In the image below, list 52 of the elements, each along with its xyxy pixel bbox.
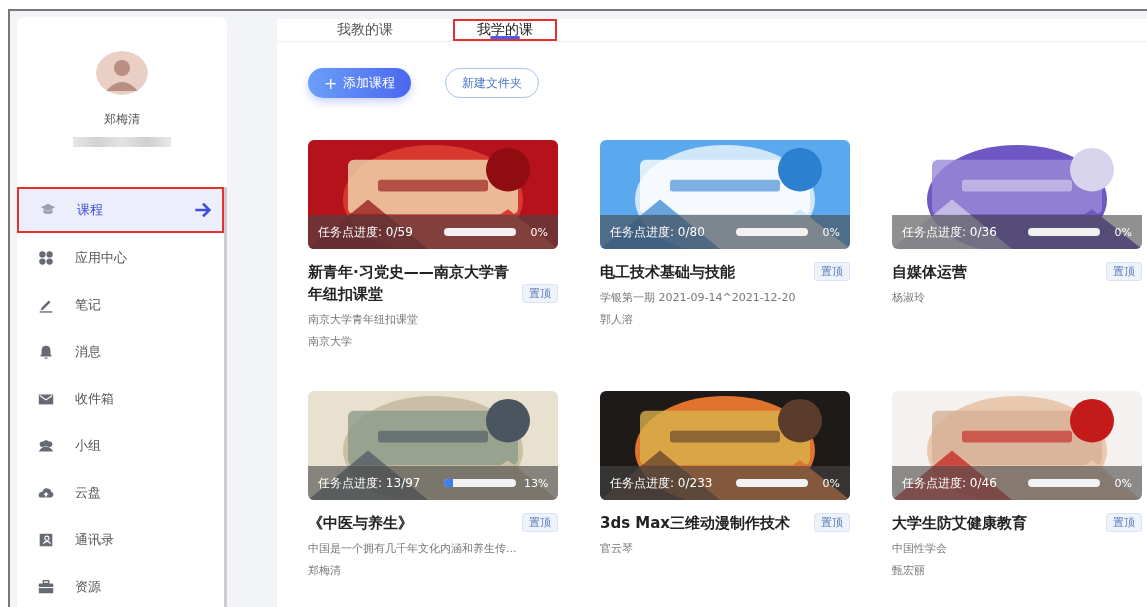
case-icon [37, 577, 55, 596]
progress-percent: 13% [524, 476, 548, 490]
sidebar-item[interactable]: 消息 [17, 328, 224, 375]
tab[interactable]: 我教的课 [313, 19, 417, 41]
pin-tag[interactable]: 置顶 [814, 262, 850, 281]
sidebar-item[interactable]: 收件箱 [17, 375, 224, 422]
pin-tag[interactable]: 置顶 [522, 284, 558, 303]
course-title[interactable]: 《中医与养生》 [308, 512, 413, 534]
sidebar-item[interactable]: 资源 [17, 563, 224, 607]
sidebar-item[interactable]: 应用中心 [17, 234, 224, 281]
progress-text: 任务点进度: 13/97 [318, 474, 422, 492]
pin-tag[interactable]: 置顶 [1106, 262, 1142, 281]
progress-percent: 0% [821, 476, 840, 490]
avatar [96, 51, 148, 95]
user-name: 郑梅清 [104, 111, 140, 128]
course-title[interactable]: 电工技术基础与技能 [600, 261, 735, 283]
progress-percent: 0% [529, 225, 548, 239]
sidebar-item[interactable]: 云盘 [17, 469, 224, 516]
new-folder-button[interactable]: 新建文件夹 [445, 68, 540, 98]
pin-tag[interactable]: 置顶 [1106, 513, 1142, 532]
progress-text: 任务点进度: 0/80 [610, 223, 706, 241]
course-title[interactable]: 新青年·习党史——南京大学青年纽扣课堂 [308, 261, 516, 305]
apps-icon [37, 248, 55, 267]
progress-text: 任务点进度: 0/46 [902, 474, 998, 492]
course-info: 郑梅清 [308, 563, 342, 578]
add-course-button[interactable]: + 添加课程 [308, 68, 412, 98]
arrow-icon [194, 201, 212, 219]
course-info: 甄宏丽 [892, 563, 926, 578]
progress-text: 任务点进度: 0/233 [610, 474, 714, 492]
sidebar-item[interactable]: 通讯录 [17, 516, 224, 563]
course-info: 中国性学会 [892, 541, 948, 556]
progress-percent: 0% [821, 225, 840, 239]
course-info: 官云琴 [600, 541, 634, 556]
progress-bar [444, 479, 516, 487]
progress-percent: 0% [1113, 476, 1132, 490]
tab[interactable]: 我学的课 [453, 19, 557, 41]
course-info: 南京大学 [308, 334, 353, 349]
course-title[interactable]: 自媒体运营 [892, 261, 967, 283]
progress-text: 任务点进度: 0/36 [902, 223, 998, 241]
sidebar-item[interactable]: 小组 [17, 422, 224, 469]
course-info: 南京大学青年纽扣课堂 [308, 312, 419, 327]
pin-tag[interactable]: 置顶 [814, 513, 850, 532]
progress-text: 任务点进度: 0/59 [318, 223, 414, 241]
pin-tag[interactable]: 置顶 [522, 513, 558, 532]
course-title[interactable]: 3ds Max三维动漫制作技术 [600, 512, 791, 534]
course-info: 郭人溶 [600, 312, 634, 327]
course-info: 中国是一个拥有几千年文化内涵和养生传... [308, 541, 518, 556]
course-title[interactable]: 大学生防艾健康教育 [892, 512, 1027, 534]
course-info: 学银第一期 2021-09-14^2021-12-20 [600, 290, 797, 305]
sidebar-item[interactable]: 课程 [17, 187, 224, 233]
sidebar-item[interactable]: 笔记 [17, 281, 224, 328]
course-info: 杨淑玲 [892, 290, 926, 305]
